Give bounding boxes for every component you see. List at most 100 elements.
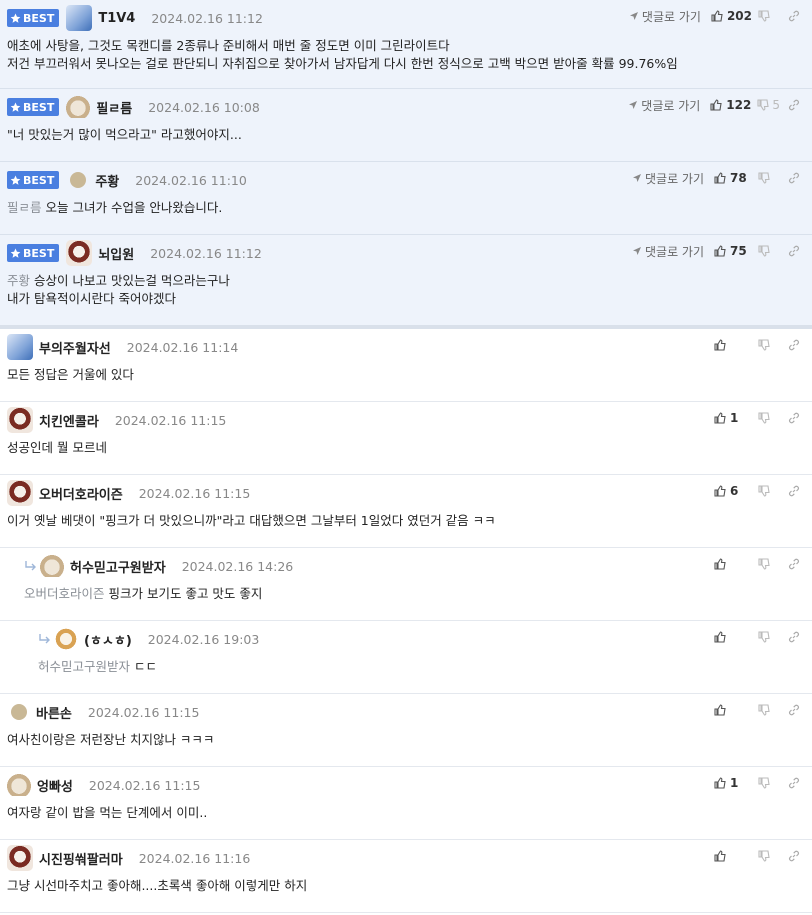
avatar[interactable] [66,240,93,266]
timestamp: 2024.02.16 14:26 [181,558,294,574]
like-button[interactable] [714,704,752,716]
dislike-button[interactable] [758,10,780,22]
dislike-button[interactable]: 5 [757,98,780,112]
nickname[interactable]: 필ㄹ름 [96,98,132,117]
comment-text: 저건 부끄러워서 못나오는 걸로 판단되니 자취집으로 찾아가서 남자답게 다시… [7,56,678,71]
nickname[interactable]: 부의주월자선 [39,338,111,357]
mention-nickname[interactable]: 오버더호라이즌 [24,586,105,601]
like-button[interactable]: 78 [714,171,752,185]
dislike-button[interactable] [758,777,780,789]
share-link-button[interactable] [788,99,800,111]
share-link-button[interactable] [788,558,800,570]
comment-text: 오늘 그녀가 수업을 안나왔습니다. [45,200,223,215]
thumbs-down-icon [758,631,770,643]
nickname[interactable]: (ㅎㅅㅎ) [84,630,132,649]
avatar[interactable] [11,704,27,720]
timestamp: 2024.02.16 11:15 [138,485,251,501]
thumbs-up-icon [711,10,723,22]
star-icon [10,13,21,23]
comment-text: 내가 탐욕적이시란다 죽어야겠다 [7,291,176,306]
dislike-button[interactable] [758,245,780,257]
dislike-button[interactable] [758,485,780,497]
mention-nickname[interactable]: 주황 [7,273,30,288]
like-button[interactable]: 1 [714,411,752,425]
thumbs-down-icon [758,704,770,716]
share-link-button[interactable] [788,245,800,257]
share-link-button[interactable] [788,172,800,184]
nickname[interactable]: 엉빠성 [37,776,73,795]
like-button[interactable]: 122 [710,98,751,112]
timestamp: 2024.02.16 11:15 [87,704,200,720]
timestamp: 2024.02.16 11:10 [135,172,247,188]
star-icon [10,248,21,258]
thumbs-down-icon [758,558,770,570]
share-link-button[interactable] [788,485,800,497]
like-button[interactable]: 202 [711,9,752,23]
like-button[interactable]: 75 [714,244,752,258]
nickname[interactable]: 치킨엔콜라 [39,411,99,430]
thumbs-down-icon [758,172,770,184]
avatar[interactable] [54,627,78,651]
avatar[interactable] [70,172,87,188]
reply-arrow-icon [632,174,641,182]
like-button[interactable]: 6 [714,484,752,498]
comment-item: 엉빠성 2024.02.16 11:15 1 여자랑 같이 밥을 먹는 단계에서… [0,767,812,840]
avatar[interactable] [7,774,31,796]
dislike-button[interactable] [758,412,780,424]
mention-nickname[interactable]: 필ㄹ름 [7,200,42,215]
comment-list: BEST T1V4 2024.02.16 11:12 댓글로 가기 202 애초… [0,0,812,915]
go-to-comment-link[interactable]: 댓글로 가기 [629,8,701,25]
nickname[interactable]: 오버더호라이즌 [39,484,123,503]
like-button[interactable] [714,558,752,570]
avatar[interactable] [7,845,33,871]
thumbs-up-icon [714,704,726,716]
share-link-button[interactable] [788,850,800,862]
like-button[interactable] [714,631,752,643]
share-link-button[interactable] [788,339,800,351]
share-link-button[interactable] [788,704,800,716]
thumbs-down-icon [758,339,770,351]
link-icon [789,850,799,862]
avatar[interactable] [7,480,33,506]
go-to-comment-link[interactable]: 댓글로 가기 [628,97,700,114]
dislike-button[interactable] [758,631,780,643]
thumbs-down-icon [758,850,770,862]
nickname[interactable]: T1V4 [98,11,135,26]
nickname[interactable]: 바른손 [36,703,72,722]
comment-item: (ㅎㅅㅎ) 2024.02.16 19:03 허수믿고구원받자 ㄷㄷ [0,621,812,694]
dislike-button[interactable] [758,172,780,184]
like-button[interactable]: 1 [714,776,752,790]
dislike-button[interactable] [758,704,780,716]
comment-text: 여사친이랑은 저런장난 치지않나 ㅋㅋㅋ [7,732,215,747]
like-button[interactable] [714,339,752,351]
like-button[interactable] [714,850,752,862]
nickname[interactable]: 주황 [95,171,119,190]
go-to-comment-link[interactable]: 댓글로 가기 [632,170,704,187]
comment-text: "너 맛있는거 많이 먹으라고" 라고했어야지... [7,127,242,142]
nickname[interactable]: 뇌입원 [98,244,134,263]
comment-item: 부의주월자선 2024.02.16 11:14 모든 정답은 거울에 있다 [0,329,812,402]
dislike-button[interactable] [758,850,780,862]
comment-text: 핑크가 보기도 좋고 맛도 좋지 [108,586,263,601]
dislike-button[interactable] [758,558,780,570]
avatar[interactable] [7,334,33,360]
comment-item: 치킨엔콜라 2024.02.16 11:15 1 성공인데 뭘 모르네 [0,402,812,475]
go-to-comment-link[interactable]: 댓글로 가기 [632,243,704,260]
dislike-button[interactable] [758,339,780,351]
nickname[interactable]: 시진핑쒀팔러마 [39,849,123,868]
nickname[interactable]: 허수믿고구원받자 [70,557,166,576]
share-link-button[interactable] [788,777,800,789]
avatar[interactable] [40,555,64,577]
reply-arrow-icon [632,247,641,255]
comment-text: 애초에 사탕을, 그것도 목캔디를 2종류나 준비해서 매번 줄 정도면 이미 … [7,38,450,53]
share-link-button[interactable] [788,10,800,22]
avatar[interactable] [66,5,93,31]
share-link-button[interactable] [788,412,800,424]
share-link-button[interactable] [788,631,800,643]
avatar[interactable] [66,96,91,118]
comment-text: 성공인데 뭘 모르네 [7,440,107,455]
comment-item: 허수믿고구원받자 2024.02.16 14:26 오버더호라이즌 핑크가 보기도… [0,548,812,621]
avatar[interactable] [7,407,33,433]
mention-nickname[interactable]: 허수믿고구원받자 [38,659,130,674]
comment-text: 여자랑 같이 밥을 먹는 단계에서 이미.. [7,805,208,820]
